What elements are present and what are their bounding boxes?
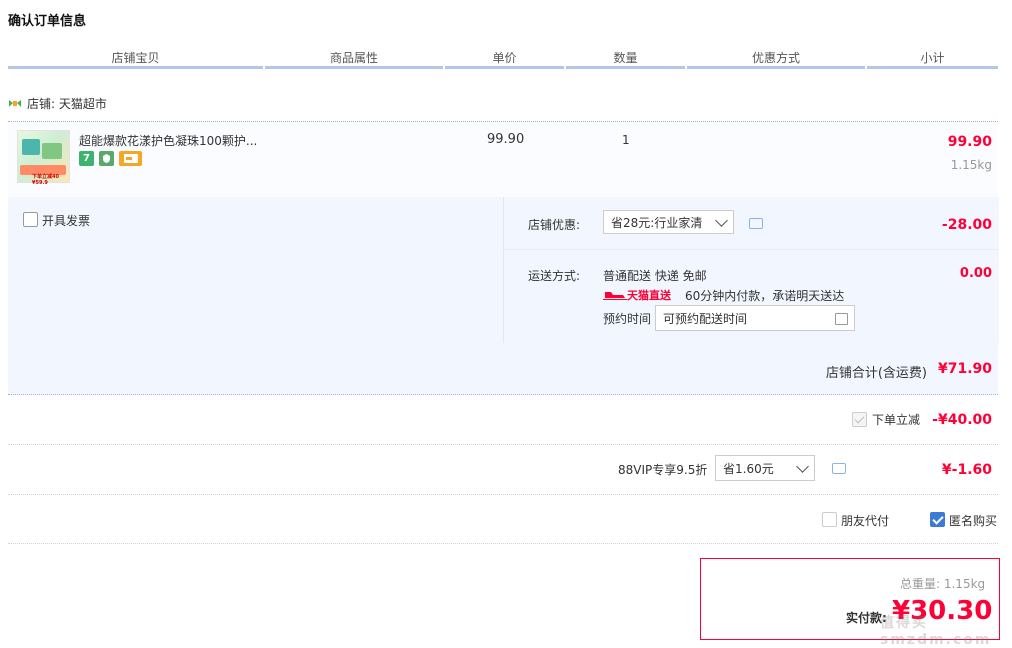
truck-icon [603, 292, 627, 300]
vip-discount-select[interactable]: 省1.60元 [715, 455, 815, 481]
chat-bubble-icon[interactable] [832, 463, 846, 474]
product-title-link[interactable]: 超能爆款花漾护色凝珠100颗护... [79, 132, 257, 149]
shop-discount-label: 店铺优惠: [528, 218, 581, 232]
column-header-quantity: 数量 [613, 51, 638, 65]
shipping-method: 普通配送 快递 免邮 [603, 269, 707, 283]
column-header-item: 店铺宝贝 [111, 51, 160, 65]
thumbnail-badge: 下单立减40 ¥59.9 [32, 174, 59, 186]
divider [8, 494, 998, 496]
product-thumbnail[interactable]: 下单立减40 ¥59.9 [17, 130, 70, 186]
column-header-discount: 优惠方式 [751, 51, 800, 65]
chevron-down-icon [715, 214, 728, 227]
schedule-time-input[interactable]: 可预约配送时间 [655, 305, 855, 331]
card-payment-icon [119, 151, 142, 166]
divider [8, 444, 998, 446]
instant-discount-label: 下单立减 [872, 413, 921, 427]
item-weight: 1.15kg [950, 158, 992, 172]
invoice-label: 开具发票 [42, 214, 91, 228]
chat-bubble-icon[interactable] [749, 218, 763, 229]
shop-discount-selected: 省28元:行业家清 [611, 216, 703, 230]
vip-label: 88VIP专享9.5折 [618, 463, 708, 477]
column-underline [8, 66, 263, 69]
shipping-fee: 0.00 [959, 266, 992, 281]
vip-discount-selected: 省1.60元 [723, 462, 774, 476]
page-title: 确认订单信息 [8, 14, 87, 29]
guarantee-icon [99, 151, 114, 166]
tmall-direct-badge: 天猫直送 [603, 287, 671, 303]
column-underline [445, 66, 564, 69]
watermark: 值得买 smzdm.com [880, 615, 992, 648]
item-subtotal: 99.90 [947, 134, 992, 150]
shop-total-value: ¥71.90 [937, 361, 992, 377]
seven-day-return-icon: 7 [79, 151, 94, 166]
column-underline [867, 66, 998, 69]
schedule-label: 预约时间 [603, 312, 652, 326]
quantity-value: 1 [622, 133, 630, 147]
shop-label: 店铺: 天猫超市 [27, 97, 107, 111]
friend-pay-checkbox[interactable] [822, 512, 837, 527]
column-underline [566, 66, 685, 69]
column-header-attributes: 商品属性 [329, 51, 378, 65]
calendar-icon [835, 313, 848, 325]
total-weight: 总重量: 1.15kg [900, 577, 986, 591]
shop-discount-select[interactable]: 省28元:行业家清 [603, 210, 734, 234]
chevron-down-icon [796, 460, 809, 473]
divider [503, 249, 998, 250]
instant-discount-checkbox [852, 412, 867, 427]
invoice-checkbox[interactable] [23, 212, 38, 227]
shop-icon [9, 100, 21, 107]
unit-price: 99.90 [487, 132, 525, 147]
tmall-direct-label: 天猫直送 [627, 289, 671, 302]
vip-discount-value: ¥-1.60 [941, 462, 992, 478]
column-underline [265, 66, 443, 69]
shop-name[interactable]: 店铺: 天猫超市 [8, 95, 107, 112]
divider [8, 543, 998, 545]
delivery-promise: 60分钟内付款，承诺明天送达 [685, 289, 845, 303]
shipping-label: 运送方式: [528, 269, 581, 283]
friend-pay-label: 朋友代付 [841, 514, 890, 528]
instant-discount-value: -¥40.00 [932, 412, 992, 428]
schedule-time-value: 可预约配送时间 [663, 312, 748, 326]
anonymous-checkbox[interactable] [930, 512, 945, 527]
shop-total-label: 店铺合计(含运费) [825, 366, 927, 381]
anonymous-label: 匿名购买 [949, 514, 998, 528]
column-header-subtotal: 小计 [920, 51, 945, 65]
column-header-unit-price: 单价 [492, 51, 517, 65]
column-underline [687, 66, 865, 69]
shop-discount-amount: -28.00 [941, 217, 992, 233]
